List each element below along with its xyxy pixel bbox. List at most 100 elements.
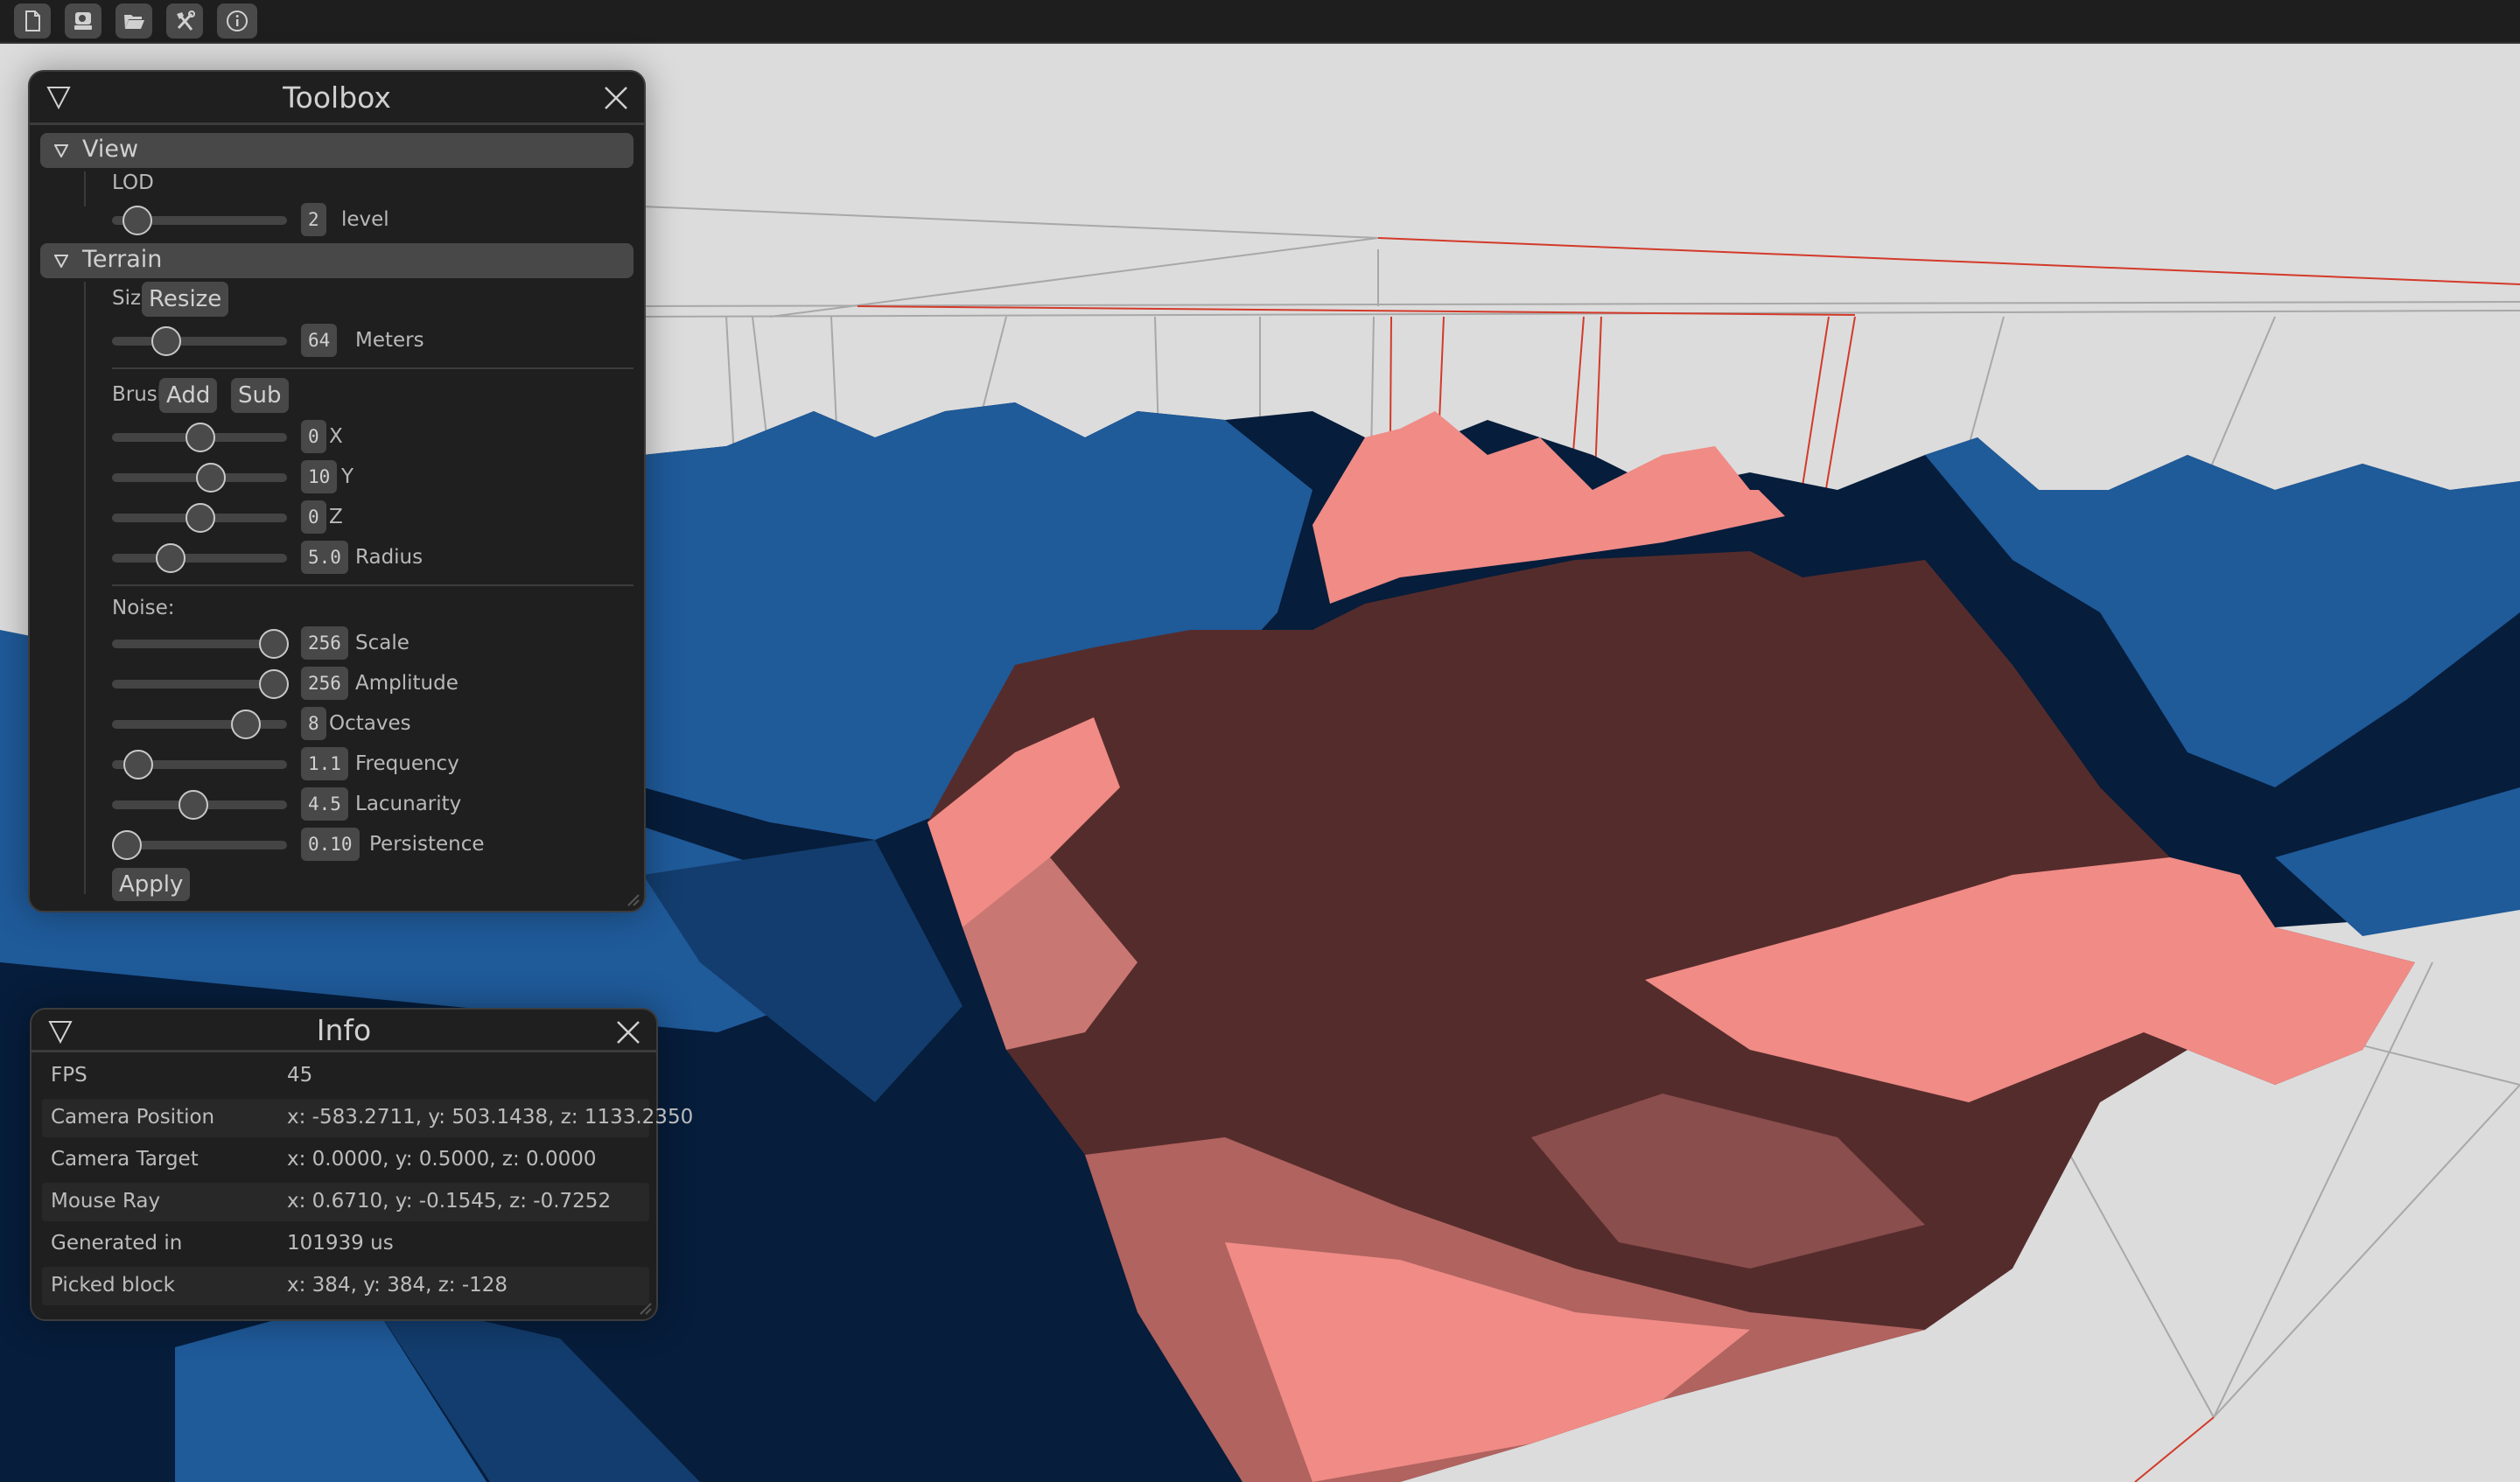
info-row: Camera Position x: -583.2711, y: 503.1438… xyxy=(42,1099,693,1137)
info-icon xyxy=(227,10,248,31)
info-title: Info xyxy=(316,1013,372,1047)
section-header-view[interactable]: View xyxy=(40,133,634,168)
info-value: 101939 us xyxy=(287,1232,394,1255)
info-value: x: -583.2711, y: 503.1438, z: 1133.2350 xyxy=(287,1106,694,1129)
slider-knob[interactable] xyxy=(259,629,289,659)
indent-guide xyxy=(84,171,86,206)
info-key: Generated in xyxy=(51,1232,183,1255)
info-key: Camera Target xyxy=(51,1148,199,1171)
apply-button[interactable]: Apply xyxy=(112,868,191,901)
info-row: Camera Target x: 0.0000, y: 0.5000, z: 0.… xyxy=(42,1141,649,1179)
info-button[interactable] xyxy=(217,3,257,38)
separator xyxy=(112,584,634,586)
info-key: Camera Position xyxy=(51,1106,215,1129)
noise-label: Lacunarity xyxy=(355,793,462,815)
noise-label: Amplitude xyxy=(355,672,458,695)
brush-label: Z xyxy=(329,506,343,528)
noise-value[interactable]: 256 xyxy=(301,626,348,660)
brush-add-button[interactable]: Add xyxy=(159,378,218,413)
slider-knob[interactable] xyxy=(231,710,262,739)
noise-value[interactable]: 8 xyxy=(301,707,326,740)
noise-value[interactable]: 0.10 xyxy=(301,828,360,861)
toolbox-title-bar[interactable]: Toolbox xyxy=(30,72,644,125)
tools-button[interactable] xyxy=(166,3,203,38)
brush-value[interactable]: 10 xyxy=(301,460,338,493)
info-row: FPS 45 xyxy=(42,1057,649,1095)
noise-slider[interactable] xyxy=(112,750,287,779)
collapse-arrow-icon xyxy=(54,144,68,157)
slider-knob[interactable] xyxy=(195,463,226,493)
slider-knob[interactable] xyxy=(156,543,186,573)
toolbox-title: Toolbox xyxy=(283,80,391,115)
slider-knob[interactable] xyxy=(259,669,289,699)
noise-slider[interactable] xyxy=(112,629,289,659)
lod-slider[interactable] xyxy=(112,206,287,235)
info-key: Picked block xyxy=(51,1274,175,1297)
slider-knob[interactable] xyxy=(186,423,215,452)
info-value: x: 384, y: 384, z: -128 xyxy=(287,1274,508,1297)
info-title-bar[interactable]: Info xyxy=(32,1010,656,1052)
noise-label: Noise: xyxy=(112,597,175,619)
slider-knob[interactable] xyxy=(122,206,152,235)
noise-slider[interactable] xyxy=(112,830,287,860)
brush-slider[interactable] xyxy=(112,543,287,573)
brush-label: X xyxy=(329,425,343,448)
noise-label: Scale xyxy=(355,632,410,654)
section-header-terrain[interactable]: Terrain xyxy=(40,243,634,278)
info-row: Mouse Ray x: 0.6710, y: -0.1545, z: -0.72… xyxy=(42,1183,649,1221)
noise-value[interactable]: 256 xyxy=(301,667,348,700)
noise-slider[interactable] xyxy=(112,669,289,699)
brush-slider[interactable] xyxy=(112,463,287,493)
info-key: FPS xyxy=(51,1064,88,1087)
noise-value[interactable]: 1.1 xyxy=(301,747,348,780)
new-file-icon xyxy=(25,10,40,31)
new-file-button[interactable] xyxy=(14,3,51,38)
top-toolbar xyxy=(0,0,2520,44)
noise-slider[interactable] xyxy=(112,710,287,739)
resize-grip-icon[interactable] xyxy=(623,890,640,907)
brush-value[interactable]: 5.0 xyxy=(301,541,348,574)
slider-knob[interactable] xyxy=(178,790,208,820)
save-disk-icon xyxy=(74,12,92,30)
noise-label: Octaves xyxy=(329,712,411,735)
brush-sub-button[interactable]: Sub xyxy=(231,378,289,413)
info-row: Generated in 101939 us xyxy=(42,1225,649,1263)
brush-value[interactable]: 0 xyxy=(301,500,326,534)
open-folder-button[interactable] xyxy=(116,3,152,38)
close-icon[interactable] xyxy=(604,86,628,110)
lod-unit: level xyxy=(341,208,389,231)
collapse-arrow-icon xyxy=(54,255,68,268)
info-value: 45 xyxy=(287,1064,313,1087)
brush-label: Y xyxy=(341,465,354,488)
slider-knob[interactable] xyxy=(123,750,154,779)
lod-label: LOD xyxy=(112,171,154,194)
info-row: Picked block x: 384, y: 384, z: -128 xyxy=(42,1267,649,1305)
resize-button[interactable]: Resize xyxy=(142,282,229,317)
noise-label: Frequency xyxy=(355,752,459,775)
info-key: Mouse Ray xyxy=(51,1190,161,1213)
close-icon[interactable] xyxy=(616,1020,640,1045)
slider-knob[interactable] xyxy=(186,503,215,533)
resize-grip-icon[interactable] xyxy=(635,1298,653,1316)
section-label: Terrain xyxy=(82,246,163,273)
separator xyxy=(112,367,634,369)
info-window: Info FPS 45 Camera Position x: -583.2711, y… xyxy=(30,1008,693,1321)
size-value[interactable]: 64 xyxy=(301,324,338,357)
slider-knob[interactable] xyxy=(151,326,182,356)
lod-value[interactable]: 2 xyxy=(301,203,326,236)
slider-knob[interactable] xyxy=(112,830,142,860)
info-value: x: 0.6710, y: -0.1545, z: -0.7252 xyxy=(287,1190,612,1213)
section-label: View xyxy=(82,136,139,163)
tools-icon xyxy=(177,10,195,31)
toolbox-window: Toolbox View LOD 2 level Terrain Size: R… xyxy=(28,70,646,912)
brush-value[interactable]: 0 xyxy=(301,420,326,453)
noise-label: Persistence xyxy=(369,833,485,856)
brush-slider[interactable] xyxy=(112,423,287,452)
noise-value[interactable]: 4.5 xyxy=(301,787,348,821)
noise-slider[interactable] xyxy=(112,790,287,820)
brush-slider[interactable] xyxy=(112,503,287,533)
size-slider[interactable] xyxy=(112,326,287,356)
save-button[interactable] xyxy=(65,3,102,38)
indent-guide xyxy=(84,282,86,894)
open-folder-icon xyxy=(124,15,144,29)
